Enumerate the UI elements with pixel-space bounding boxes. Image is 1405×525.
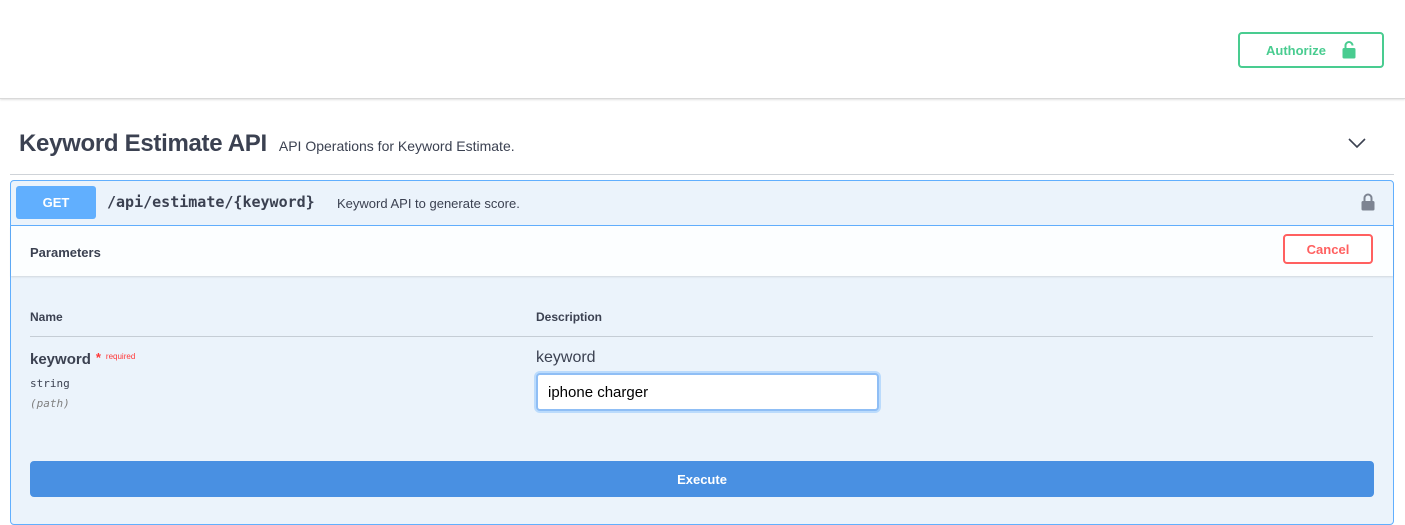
chevron-down-icon[interactable] <box>1347 136 1367 155</box>
section-title: Keyword Estimate API <box>19 130 267 157</box>
section-description: API Operations for Keyword Estimate. <box>278 138 515 154</box>
section-header[interactable]: Keyword Estimate API API Operations for … <box>19 130 515 158</box>
authorize-label: Authorize <box>1266 42 1326 58</box>
keyword-input[interactable] <box>536 373 879 411</box>
parameter-type: string <box>30 377 70 390</box>
column-header-description: Description <box>536 310 603 324</box>
padlock-icon[interactable] <box>1361 193 1375 216</box>
parameter-name: keyword * required <box>30 350 136 368</box>
table-divider <box>30 336 1373 337</box>
unlocked-padlock-icon <box>1342 41 1356 59</box>
required-label: required <box>105 352 136 361</box>
operation-description: Keyword API to generate score. <box>337 196 520 211</box>
operation-path: /api/estimate/{keyword} <box>107 193 315 211</box>
column-header-name: Name <box>30 310 63 324</box>
authorize-button[interactable]: Authorize <box>1238 32 1384 68</box>
parameter-description: keyword <box>536 349 596 366</box>
required-star: * <box>95 350 101 365</box>
top-bar: Authorize <box>0 0 1405 99</box>
section-divider <box>10 174 1394 175</box>
operation-block: GET /api/estimate/{keyword} Keyword API … <box>10 180 1394 525</box>
cancel-button[interactable]: Cancel <box>1283 234 1373 264</box>
parameters-header: Parameters Cancel <box>11 226 1393 276</box>
operation-summary[interactable]: GET /api/estimate/{keyword} Keyword API … <box>11 181 1393 226</box>
execute-button[interactable]: Execute <box>30 461 1374 497</box>
parameters-title: Parameters <box>30 245 101 260</box>
parameter-name-text: keyword <box>30 351 91 368</box>
http-method-badge: GET <box>16 186 96 219</box>
parameter-location: (path) <box>30 397 70 410</box>
